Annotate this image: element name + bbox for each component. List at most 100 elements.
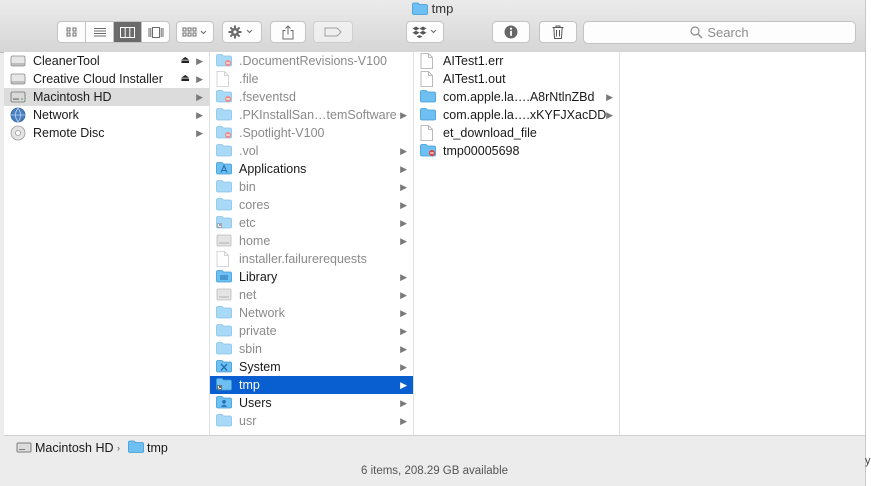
view-mode-segmented xyxy=(57,21,170,43)
root-item-label: Library xyxy=(239,270,278,284)
sidebar-item-macintosh-hd[interactable]: Macintosh HD ▶ xyxy=(4,88,209,106)
tmp-item-aitest1-out[interactable]: AITest1.out xyxy=(414,70,619,88)
tmp-item-com-apple-la-a8rntlnzbd[interactable]: com.apple.la….A8rNtlnZBd ▶ xyxy=(414,88,619,106)
disclosure-arrow-icon[interactable]: ▶ xyxy=(400,268,407,286)
share-button[interactable] xyxy=(270,21,306,43)
applications-folder-icon xyxy=(216,161,232,177)
root-item-fseventsd[interactable]: .fseventsd xyxy=(210,88,413,106)
disclosure-arrow-icon[interactable]: ▶ xyxy=(196,88,203,106)
disclosure-arrow-icon[interactable]: ▶ xyxy=(400,304,407,322)
tmp-item-tmp00005698[interactable]: tmp00005698 xyxy=(414,142,619,160)
path-bar: Macintosh HD › tmp xyxy=(4,435,865,460)
disclosure-arrow-icon[interactable]: ▶ xyxy=(400,412,407,430)
root-item-sbin[interactable]: sbin ▶ xyxy=(210,340,413,358)
disclosure-arrow-icon[interactable]: ▶ xyxy=(400,358,407,376)
search-field[interactable]: Search xyxy=(583,21,856,44)
disclosure-arrow-icon[interactable]: ▶ xyxy=(400,394,407,412)
sidebar-item-remote-disc[interactable]: Remote Disc ▶ xyxy=(4,124,209,142)
browser-area: CleanerTool ⏏ ▶ Creative Cloud Installer ⏏ ▶ M… xyxy=(4,52,865,435)
disclosure-arrow-icon[interactable]: ▶ xyxy=(400,232,407,250)
path-item-current[interactable]: tmp xyxy=(147,440,168,456)
disclosure-arrow-icon[interactable]: ▶ xyxy=(400,178,407,196)
disclosure-arrow-icon[interactable]: ▶ xyxy=(400,196,407,214)
window-title-text: tmp xyxy=(431,1,454,16)
sidebar-item-creative-cloud-installer[interactable]: Creative Cloud Installer ⏏ ▶ xyxy=(4,70,209,88)
folder-icon xyxy=(411,2,428,15)
tmp-item-label: com.apple.la….A8rNtlnZBd xyxy=(443,90,595,104)
root-item-net[interactable]: net ▶ xyxy=(210,286,413,304)
disclosure-arrow-icon[interactable]: ▶ xyxy=(196,70,203,88)
file-icon xyxy=(216,71,232,87)
disclosure-arrow-icon[interactable]: ▶ xyxy=(400,160,407,178)
folder-icon xyxy=(216,143,232,159)
root-item-usr[interactable]: usr ▶ xyxy=(210,412,413,430)
disclosure-arrow-icon[interactable]: ▶ xyxy=(196,52,203,70)
folder-icon xyxy=(216,107,232,123)
root-item-tmp[interactable]: tmp ▶ xyxy=(210,376,413,394)
mount-folder-icon xyxy=(216,233,232,249)
root-item-vol[interactable]: .vol ▶ xyxy=(210,142,413,160)
root-item-network[interactable]: Network ▶ xyxy=(210,304,413,322)
root-item-etc[interactable]: etc ▶ xyxy=(210,214,413,232)
eject-icon[interactable]: ⏏ xyxy=(181,52,190,70)
library-folder-icon xyxy=(216,269,232,285)
tmp-item-et-download-file[interactable]: et_download_file xyxy=(414,124,619,142)
disclosure-arrow-icon[interactable]: ▶ xyxy=(400,106,407,124)
root-item-system[interactable]: System ▶ xyxy=(210,358,413,376)
tmp-item-label: AITest1.out xyxy=(443,72,506,86)
tmp-item-aitest1-err[interactable]: AITest1.err xyxy=(414,52,619,70)
root-item-label: .file xyxy=(239,72,259,86)
action-button[interactable] xyxy=(222,21,262,43)
sidebar-item-network[interactable]: Network ▶ xyxy=(4,106,209,124)
root-item-file[interactable]: .file xyxy=(210,70,413,88)
root-item-library[interactable]: Library ▶ xyxy=(210,268,413,286)
file-icon xyxy=(216,251,232,267)
path-item-root[interactable]: Macintosh HD xyxy=(35,440,114,456)
get-info-button[interactable] xyxy=(492,21,530,43)
alias-folder-icon xyxy=(216,377,232,393)
root-item-label: usr xyxy=(239,414,257,428)
root-item-label: .PKInstallSan…temSoftware xyxy=(239,108,397,122)
eject-icon[interactable]: ⏏ xyxy=(181,70,190,88)
folder-icon xyxy=(420,107,436,123)
column-view-button[interactable] xyxy=(114,22,142,42)
tags-button[interactable] xyxy=(313,21,353,43)
list-view-button[interactable] xyxy=(86,22,114,42)
root-item-installer-failurerequests[interactable]: installer.failurerequests xyxy=(210,250,413,268)
root-item-private[interactable]: private ▶ xyxy=(210,322,413,340)
disclosure-arrow-icon[interactable]: ▶ xyxy=(606,88,613,106)
disclosure-arrow-icon[interactable]: ▶ xyxy=(400,286,407,304)
search-placeholder: Search xyxy=(707,25,749,40)
disclosure-arrow-icon[interactable]: ▶ xyxy=(400,322,407,340)
icon-view-button[interactable] xyxy=(58,22,86,42)
sidebar-item-cleanertool[interactable]: CleanerTool ⏏ ▶ xyxy=(4,52,209,70)
disclosure-arrow-icon[interactable]: ▶ xyxy=(400,340,407,358)
root-item-pkinstallsan-temsoftware[interactable]: .PKInstallSan…temSoftware ▶ xyxy=(210,106,413,124)
disclosure-arrow-icon[interactable]: ▶ xyxy=(400,376,407,394)
disclosure-arrow-icon[interactable]: ▶ xyxy=(400,214,407,232)
sidebar-item-label: Remote Disc xyxy=(33,126,105,140)
trash-button[interactable] xyxy=(539,21,577,43)
disclosure-arrow-icon[interactable]: ▶ xyxy=(400,142,407,160)
dropbox-button[interactable] xyxy=(406,21,444,43)
root-item-home[interactable]: home ▶ xyxy=(210,232,413,250)
column-root: .DocumentRevisions-V100 .file .fseventsd .P… xyxy=(210,52,414,435)
users-folder-icon xyxy=(216,395,232,411)
search-icon xyxy=(690,26,703,39)
disclosure-arrow-icon[interactable]: ▶ xyxy=(196,124,203,142)
root-item-users[interactable]: Users ▶ xyxy=(210,394,413,412)
disclosure-arrow-icon[interactable]: ▶ xyxy=(606,106,613,124)
tmp-item-com-apple-la-xkyfjxacdd[interactable]: com.apple.la….xKYFJXacDD ▶ xyxy=(414,106,619,124)
dropbox-icon xyxy=(412,26,437,38)
sidebar-item-label: Creative Cloud Installer xyxy=(33,72,163,86)
root-item-bin[interactable]: bin ▶ xyxy=(210,178,413,196)
root-item-cores[interactable]: cores ▶ xyxy=(210,196,413,214)
gallery-view-button[interactable] xyxy=(142,22,169,42)
tmp-item-label: AITest1.err xyxy=(443,54,504,68)
root-item-documentrevisions-v100[interactable]: .DocumentRevisions-V100 xyxy=(210,52,413,70)
root-item-spotlight-v100[interactable]: .Spotlight-V100 xyxy=(210,124,413,142)
disclosure-arrow-icon[interactable]: ▶ xyxy=(196,106,203,124)
root-item-applications[interactable]: Applications ▶ xyxy=(210,160,413,178)
arrange-button[interactable] xyxy=(176,21,214,43)
root-item-label: net xyxy=(239,288,257,302)
